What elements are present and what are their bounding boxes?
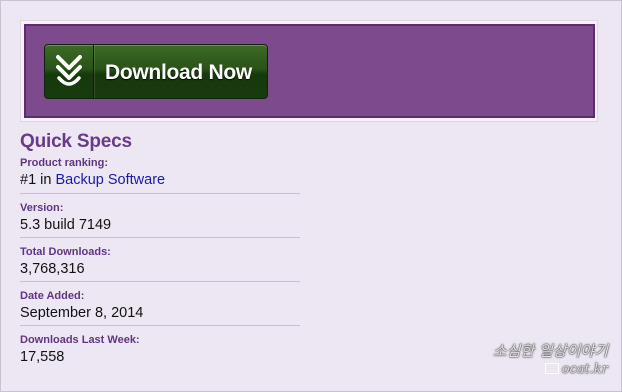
- total-downloads-label: Total Downloads:: [20, 246, 111, 258]
- ranking-prefix: #1 in: [20, 172, 52, 188]
- spec-row-total-downloads: Total Downloads: 3,768,316: [20, 238, 300, 282]
- version-value: 5.3 build 7149: [20, 217, 112, 233]
- watermark: 소심한 일상이야기 ocat.kr: [493, 342, 608, 378]
- ranking-value: #1 in Backup Software: [20, 170, 300, 191]
- download-icon-cell: [45, 45, 94, 98]
- total-downloads-value: 3,768,316: [20, 261, 85, 277]
- date-added-value: September 8, 2014: [20, 305, 144, 321]
- download-arrow-icon: [56, 55, 82, 86]
- watermark-title: 소심한 일상이야기: [492, 342, 608, 360]
- download-now-button[interactable]: Download Now: [44, 44, 268, 99]
- quick-specs: Quick Specs Product ranking: #1 in Backu…: [20, 130, 300, 370]
- quick-specs-title: Quick Specs: [20, 131, 132, 152]
- backup-software-link[interactable]: Backup Software: [55, 172, 165, 188]
- spec-row-version: Version: 5.3 build 7149: [20, 194, 300, 238]
- spec-row-ranking: Product ranking: #1 in Backup Software: [20, 157, 300, 194]
- watermark-site: ocat.kr: [493, 362, 608, 378]
- envelope-icon: [544, 363, 559, 374]
- date-added-label: Date Added:: [20, 290, 85, 302]
- download-now-label: Download Now: [105, 61, 252, 84]
- version-label: Version:: [20, 202, 64, 214]
- spec-row-date-added: Date Added: September 8, 2014: [20, 282, 300, 326]
- spec-row-downloads-last-week: Downloads Last Week: 17,558: [20, 326, 300, 370]
- watermark-site-text: ocat.kr: [561, 362, 608, 377]
- downloads-last-week-label: Downloads Last Week:: [20, 334, 140, 346]
- ranking-label: Product ranking:: [20, 157, 109, 169]
- downloads-last-week-value: 17,558: [20, 349, 65, 365]
